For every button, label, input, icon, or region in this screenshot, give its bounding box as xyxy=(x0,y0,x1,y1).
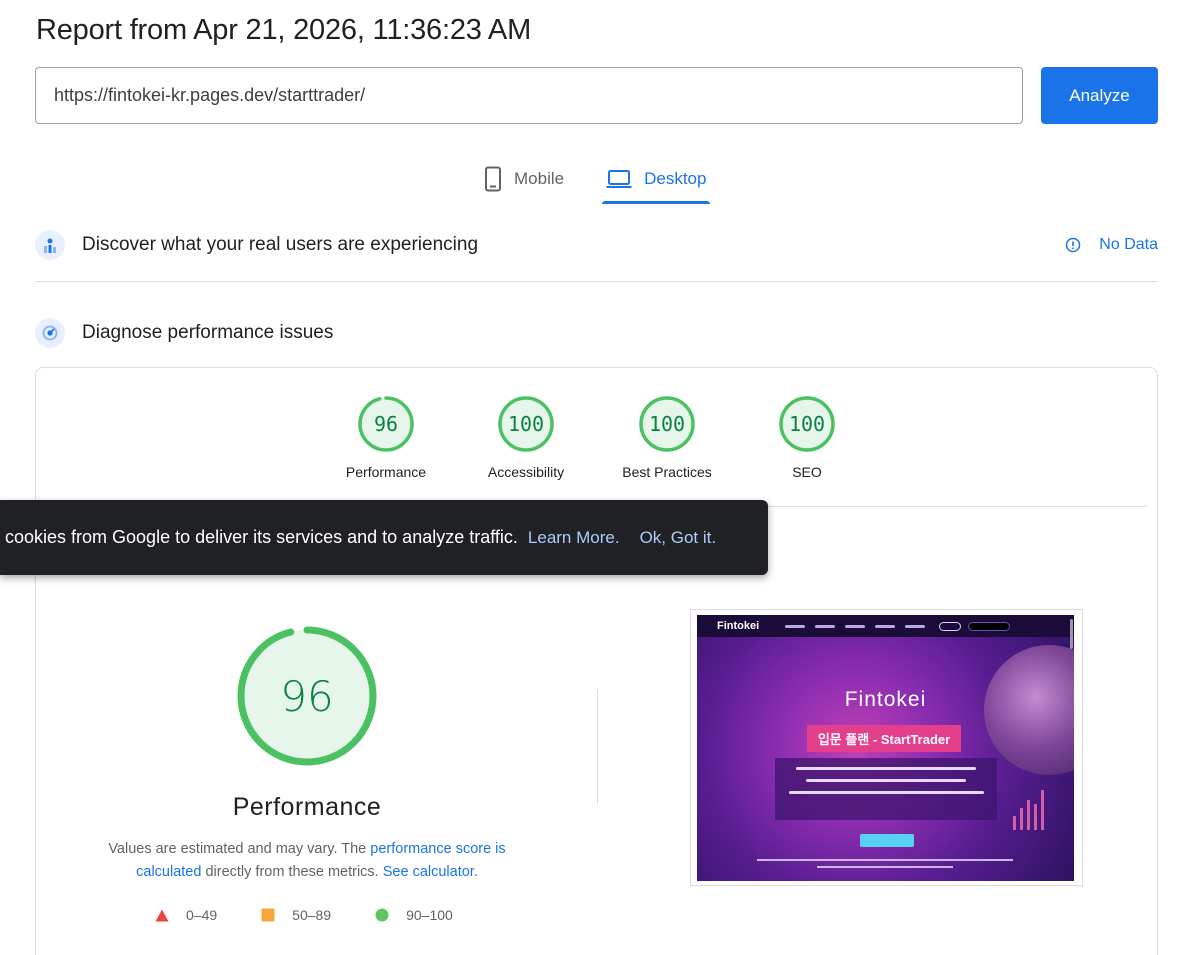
performance-score-value: 96 xyxy=(280,671,334,721)
screenshot-nav-items xyxy=(785,624,935,628)
bar-chart-icon xyxy=(35,230,65,260)
see-calculator-link[interactable]: See calculator xyxy=(383,864,474,880)
field-data-title: Discover what your real users are experi… xyxy=(82,234,479,255)
desc-text: directly from these metrics. xyxy=(201,864,383,880)
gauge-seo[interactable]: 100 SEO xyxy=(737,395,877,480)
desc-text: Values are estimated and may vary. The xyxy=(108,841,371,857)
gauge-value: 100 xyxy=(788,412,826,436)
screenshot-nav-item xyxy=(905,624,926,628)
screenshot-brand: Fintokei xyxy=(844,688,927,711)
performance-title: Performance xyxy=(232,793,382,821)
square-icon xyxy=(261,908,275,922)
gauge-label: SEO xyxy=(792,464,822,480)
screenshot-login-button xyxy=(939,621,962,631)
gauge-value: 96 xyxy=(373,412,399,436)
page-screenshot: Fintokei Fintokei 입문 플랜 - StartTrader xyxy=(697,615,1074,881)
page-screenshot-frame[interactable]: Fintokei Fintokei 입문 플랜 - StartTrader xyxy=(690,609,1083,886)
chart-bars-graphic xyxy=(1009,790,1044,830)
circle-icon xyxy=(375,908,389,922)
gauge-value: 100 xyxy=(507,412,545,436)
gauge-label: Performance xyxy=(345,464,427,480)
screenshot-start-button xyxy=(860,834,914,847)
analyze-button[interactable]: Analyze xyxy=(1041,67,1158,124)
report-title: Report from Apr 21, 2026, 11:36:23 AM xyxy=(36,14,532,46)
legend-range: 50–89 xyxy=(292,907,332,923)
tab-desktop-label: Desktop xyxy=(644,169,707,188)
lab-data-title: Diagnose performance issues xyxy=(82,322,334,343)
legend-range: 0–49 xyxy=(186,907,218,923)
no-data-label: No Data xyxy=(1099,236,1158,253)
vertical-divider xyxy=(597,690,598,804)
screenshot-nav-item xyxy=(815,624,836,628)
gauge-accessibility[interactable]: 100 Accessibility xyxy=(456,395,596,480)
screenshot-nav-item xyxy=(785,624,806,628)
cookie-banner: cookies from Google to deliver its servi… xyxy=(0,500,768,575)
gauge-label: Accessibility xyxy=(487,464,565,480)
lab-data-section: Diagnose performance issues xyxy=(35,318,1158,348)
screenshot-logo: Fintokei xyxy=(717,620,760,632)
field-data-section: Discover what your real users are experi… xyxy=(35,230,1158,260)
legend-average: 50–89 xyxy=(261,907,331,923)
no-data-status[interactable]: No Data xyxy=(1065,236,1158,254)
screenshot-scrollbar xyxy=(1070,619,1073,649)
gauge-performance[interactable]: 96 Performance xyxy=(316,395,456,480)
tab-mobile[interactable]: Mobile xyxy=(480,156,568,202)
score-legend: 0–49 50–89 90–100 xyxy=(155,907,497,923)
section-divider xyxy=(35,281,1158,282)
device-tabs: Mobile Desktop xyxy=(480,156,744,204)
screenshot-banner: 입문 플랜 - StartTrader xyxy=(807,725,961,752)
screenshot-navbar: Fintokei xyxy=(697,615,1074,637)
screenshot-nav-item xyxy=(845,624,866,628)
gauge-best-practices[interactable]: 100 Best Practices xyxy=(597,395,737,480)
gauge-icon xyxy=(35,318,65,348)
triangle-icon xyxy=(155,909,169,921)
tab-desktop[interactable]: Desktop xyxy=(602,156,711,204)
laptop-icon xyxy=(606,170,632,188)
legend-fail: 0–49 xyxy=(155,907,217,923)
tab-mobile-label: Mobile xyxy=(514,169,565,188)
performance-gauge-large: 96 xyxy=(235,624,379,768)
performance-description: Values are estimated and may vary. The p… xyxy=(97,838,517,884)
screenshot-text-block xyxy=(775,758,997,820)
cookie-banner-text: cookies from Google to deliver its servi… xyxy=(5,527,518,547)
desc-text: . xyxy=(473,864,478,880)
legend-pass: 90–100 xyxy=(375,907,453,923)
legend-range: 90–100 xyxy=(406,907,453,923)
screenshot-footnote xyxy=(757,859,1013,861)
gauge-value: 100 xyxy=(648,412,686,436)
smartphone-icon xyxy=(485,166,501,192)
score-gauges: 96 Performance 100 Accessibility 100 Bes… xyxy=(0,395,1200,490)
ok-got-it-button[interactable]: Ok, Got it. xyxy=(640,528,717,548)
screenshot-cta-button xyxy=(968,621,1011,631)
gauge-label: Best Practices xyxy=(622,464,712,480)
info-icon xyxy=(1066,237,1081,253)
screenshot-nav-item xyxy=(875,624,896,628)
learn-more-link[interactable]: Learn More. xyxy=(528,528,620,548)
url-input[interactable] xyxy=(35,67,1023,124)
screenshot-footnote xyxy=(817,866,953,868)
